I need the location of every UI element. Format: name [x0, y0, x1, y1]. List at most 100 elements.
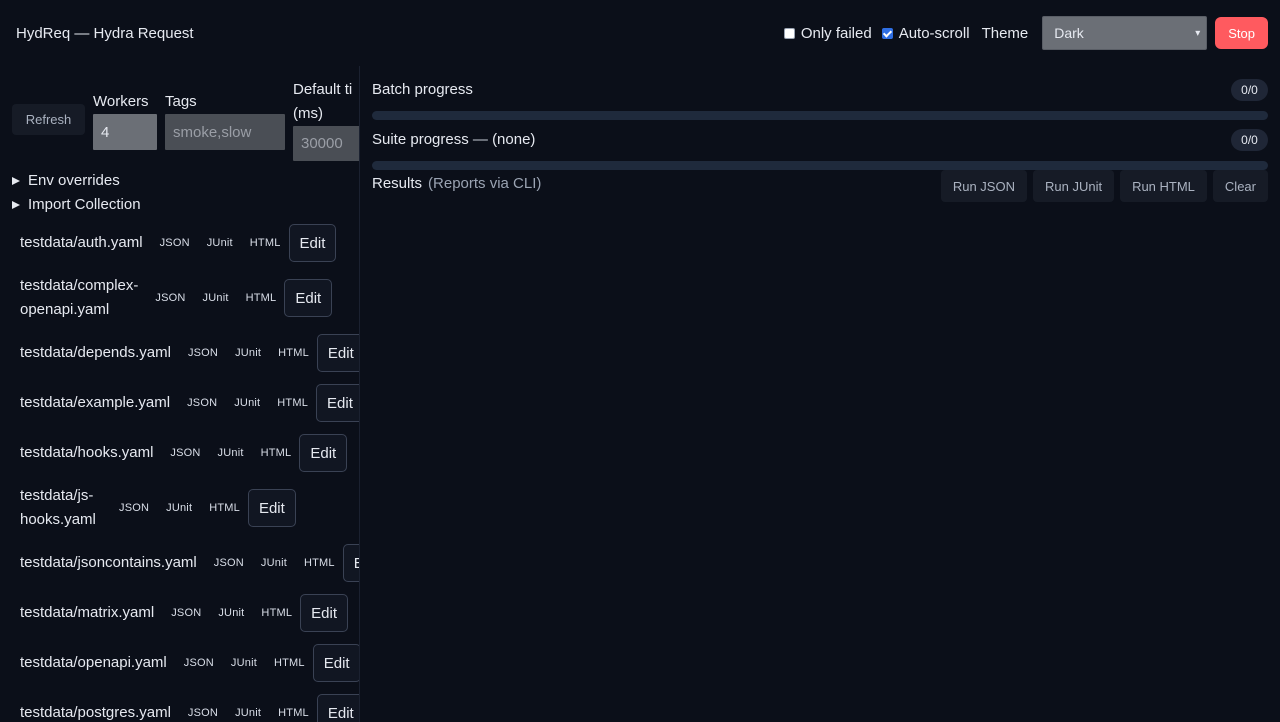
file-name: testdata/complex- openapi.yaml [20, 274, 138, 322]
html-report-link[interactable]: HTML [278, 707, 309, 719]
file-name: testdata/openapi.yaml [20, 651, 167, 675]
file-row: testdata/example.yaml JSON JUnit HTML Ed… [20, 384, 359, 422]
file-name: testdata/hooks.yaml [20, 441, 153, 465]
only-failed-checkbox[interactable] [783, 27, 795, 39]
junit-report-link[interactable]: JUnit [218, 607, 244, 619]
results-actions: Run JSON Run JUnit Run HTML Clear [940, 170, 1268, 202]
workers-input[interactable]: 4 [93, 114, 157, 150]
tags-label: Tags [165, 93, 197, 110]
file-row: testdata/jsoncontains.yaml JSON JUnit HT… [20, 544, 359, 582]
file-name: testdata/auth.yaml [20, 231, 143, 255]
suite-progress-count: 0/0 [1231, 129, 1268, 151]
edit-button[interactable]: Edit [284, 279, 333, 317]
file-row: testdata/js- hooks.yaml JSON JUnit HTML … [20, 484, 296, 532]
file-name-line: testdata/openapi.yaml [20, 654, 167, 671]
file-name-line: testdata/example.yaml [20, 394, 171, 411]
json-report-link[interactable]: JSON [119, 502, 149, 514]
json-report-link[interactable]: JSON [188, 347, 218, 359]
edit-button[interactable]: Edit [300, 594, 349, 632]
edit-button[interactable]: Edit [312, 644, 359, 682]
disclosure-triangle-icon [12, 176, 20, 185]
suite-progress-name: (none) [492, 131, 536, 148]
html-report-link[interactable]: HTML [261, 607, 292, 619]
edit-button[interactable]: Edit [247, 489, 296, 527]
file-row: testdata/hooks.yaml JSON JUnit HTML Edit [20, 434, 348, 472]
batch-progress-bar [372, 111, 1268, 120]
theme-select[interactable]: Dark ▾ [1042, 16, 1208, 50]
auto-scroll-label: Auto-scroll [898, 24, 970, 42]
edit-button[interactable]: Edit [316, 384, 359, 422]
html-report-link[interactable]: HTML [261, 447, 292, 459]
env-overrides-label: Env overrides [28, 172, 120, 189]
run-json-button[interactable]: Run JSON [940, 170, 1027, 202]
clear-button[interactable]: Clear [1212, 170, 1268, 202]
junit-report-link[interactable]: JUnit [231, 657, 257, 669]
main-panel: Batch progress 0/0 Suite progress — (non… [360, 66, 1280, 722]
file-name-line: testdata/postgres.yaml [20, 704, 171, 721]
tags-input[interactable]: smoke,slow [165, 114, 285, 150]
file-name-line: testdata/js- [20, 487, 94, 504]
junit-report-link[interactable]: JUnit [235, 347, 261, 359]
default-timeout-label-line2: (ms) [293, 105, 323, 122]
json-report-link[interactable]: JSON [188, 707, 218, 719]
junit-report-link[interactable]: JUnit [207, 237, 233, 249]
file-name-line: testdata/matrix.yaml [20, 604, 155, 621]
json-report-link[interactable]: JSON [160, 237, 190, 249]
run-html-button[interactable]: Run HTML [1120, 170, 1207, 202]
file-row: testdata/openapi.yaml JSON JUnit HTML Ed… [20, 644, 359, 682]
edit-button[interactable]: Edit [299, 434, 348, 472]
html-report-link[interactable]: HTML [246, 292, 277, 304]
json-report-link[interactable]: JSON [187, 397, 217, 409]
app-title: HydReq — Hydra Request [16, 24, 194, 42]
file-name: testdata/js- hooks.yaml [20, 484, 102, 532]
refresh-button[interactable]: Refresh [12, 104, 85, 135]
edit-button[interactable]: Edit [342, 544, 359, 582]
run-controls: Refresh Workers 4 Tags smoke,slow Defaul… [12, 78, 359, 168]
html-report-link[interactable]: HTML [250, 237, 281, 249]
suite-progress-label: Suite progress — (none) [372, 131, 535, 148]
junit-report-link[interactable]: JUnit [234, 397, 260, 409]
html-report-link[interactable]: HTML [209, 502, 240, 514]
auto-scroll-toggle[interactable]: Auto-scroll [881, 24, 970, 42]
html-report-link[interactable]: HTML [274, 657, 305, 669]
html-report-link[interactable]: HTML [304, 557, 335, 569]
junit-report-link[interactable]: JUnit [261, 557, 287, 569]
json-report-link[interactable]: JSON [214, 557, 244, 569]
import-collection-toggle[interactable]: Import Collection [12, 196, 141, 213]
json-report-link[interactable]: JSON [170, 447, 200, 459]
batch-progress-label: Batch progress [372, 81, 473, 98]
file-name: testdata/postgres.yaml [20, 701, 171, 722]
stop-button[interactable]: Stop [1215, 17, 1268, 49]
env-overrides-toggle[interactable]: Env overrides [12, 172, 120, 189]
file-name-line: testdata/complex- [20, 277, 139, 294]
junit-report-link[interactable]: JUnit [218, 447, 244, 459]
html-report-link[interactable]: HTML [277, 397, 308, 409]
file-row: testdata/postgres.yaml JSON JUnit HTML E… [20, 694, 359, 722]
json-report-link[interactable]: JSON [184, 657, 214, 669]
only-failed-toggle[interactable]: Only failed [783, 25, 872, 42]
json-report-link[interactable]: JSON [171, 607, 201, 619]
edit-button[interactable]: Edit [288, 224, 337, 262]
file-name: testdata/jsoncontains.yaml [20, 551, 197, 575]
junit-report-link[interactable]: JUnit [235, 707, 261, 719]
junit-report-link[interactable]: JUnit [203, 292, 229, 304]
edit-button[interactable]: Edit [316, 334, 359, 372]
results-title: Results [372, 175, 423, 192]
suite-progress-separator: — [468, 131, 493, 148]
json-report-link[interactable]: JSON [155, 292, 185, 304]
html-report-link[interactable]: HTML [278, 347, 309, 359]
auto-scroll-checkbox[interactable] [881, 27, 893, 39]
file-name-line: testdata/hooks.yaml [20, 444, 154, 461]
junit-report-link[interactable]: JUnit [166, 502, 192, 514]
disclosure-triangle-icon [12, 200, 20, 209]
workers-label: Workers [93, 93, 149, 110]
run-junit-button[interactable]: Run JUnit [1032, 170, 1115, 202]
edit-button[interactable]: Edit [316, 694, 359, 722]
file-name: testdata/depends.yaml [20, 341, 171, 365]
default-timeout-input[interactable]: 30000 [293, 126, 359, 161]
default-timeout-label: Default ti (ms) [293, 78, 352, 126]
file-name-line: testdata/jsoncontains.yaml [20, 554, 197, 571]
file-row: testdata/auth.yaml JSON JUnit HTML Edit [20, 224, 337, 262]
suite-progress-title: Suite progress [372, 131, 469, 148]
default-timeout-label-line1: Default ti [293, 81, 353, 98]
